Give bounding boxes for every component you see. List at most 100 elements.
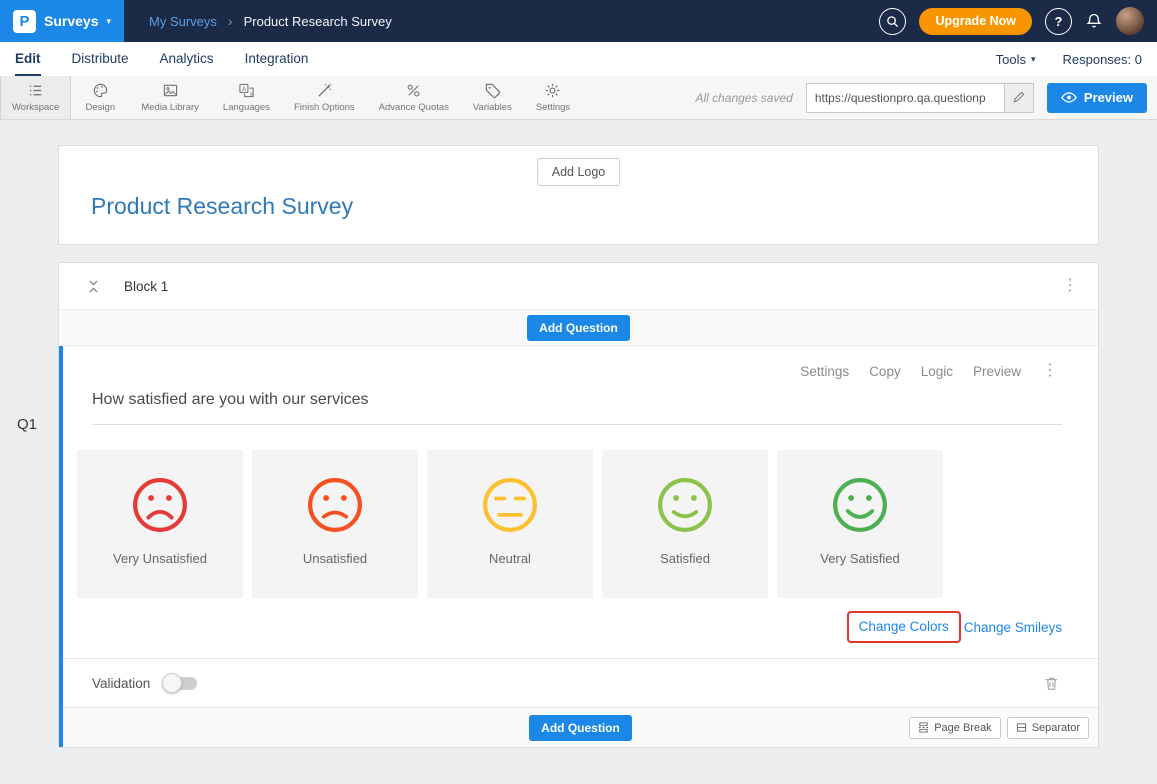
tools-menu[interactable]: Tools ▾: [996, 52, 1036, 67]
page-break-button[interactable]: Page Break: [909, 717, 1000, 739]
add-question-band-top: Add Question: [59, 310, 1098, 346]
app-label: Surveys: [44, 13, 98, 29]
question-action-settings[interactable]: Settings: [800, 364, 849, 379]
rating-option-label: Satisfied: [660, 551, 710, 566]
toolbar-item-variables[interactable]: Variables: [461, 76, 524, 119]
question-menu-icon[interactable]: ⋮: [1042, 363, 1058, 379]
preview-label: Preview: [1084, 90, 1133, 105]
toolbar-item-advance-quotas[interactable]: Advance Quotas: [367, 76, 461, 119]
pencil-icon: [1012, 91, 1025, 104]
navbar-actions: Upgrade Now ?: [879, 7, 1157, 35]
page-break-label: Page Break: [934, 722, 991, 734]
toolbar-item-workspace[interactable]: Workspace: [0, 76, 71, 119]
toolbar-item-label: Advance Quotas: [379, 102, 449, 113]
block-menu-icon[interactable]: ⋮: [1062, 278, 1078, 294]
separator-icon: [1016, 722, 1027, 733]
toolbar-item-design[interactable]: Design: [71, 76, 129, 119]
rating-option-label: Neutral: [489, 551, 531, 566]
change-colors-link[interactable]: Change Colors: [859, 619, 949, 634]
eye-icon: [1061, 92, 1077, 103]
breadcrumb-my-surveys[interactable]: My Surveys: [149, 14, 217, 29]
add-question-button-top[interactable]: Add Question: [527, 315, 630, 341]
rating-option-very-unsatisfied[interactable]: Very Unsatisfied: [77, 450, 243, 598]
toolbar-item-finish-options[interactable]: Finish Options: [282, 76, 367, 119]
toolbar-item-label: Workspace: [12, 102, 59, 113]
validation-toggle[interactable]: [164, 677, 197, 690]
section-tabs: Edit Distribute Analytics Integration: [15, 42, 308, 76]
rating-option-neutral[interactable]: Neutral: [427, 450, 593, 598]
image-icon: [162, 82, 179, 99]
question-action-logic[interactable]: Logic: [921, 364, 953, 379]
toolbar-item-label: Finish Options: [294, 102, 355, 113]
svg-text:a: a: [250, 92, 253, 98]
question-action-preview[interactable]: Preview: [973, 364, 1021, 379]
upgrade-now-button[interactable]: Upgrade Now: [919, 8, 1032, 35]
rating-option-unsatisfied[interactable]: Unsatisfied: [252, 450, 418, 598]
survey-title[interactable]: Product Research Survey: [91, 193, 353, 220]
rating-option-label: Unsatisfied: [303, 551, 367, 566]
delete-question-icon[interactable]: [1043, 675, 1060, 692]
smiley-very-happy-icon: [830, 475, 890, 535]
breadcrumb-separator-icon: ›: [228, 13, 233, 29]
rating-option-label: Very Satisfied: [820, 551, 900, 566]
smiley-rating-options: Very Unsatisfied Unsatisfied Neutral Satisf…: [77, 450, 1098, 598]
change-colors-highlight: Change Colors: [847, 611, 961, 643]
footer-right: Page Break Separator: [909, 717, 1089, 739]
preview-button[interactable]: Preview: [1047, 83, 1147, 113]
survey-url-group: [806, 83, 1034, 113]
block-name[interactable]: Block 1: [124, 279, 168, 294]
toolbar-item-media-library[interactable]: Media Library: [129, 76, 211, 119]
tab-integration[interactable]: Integration: [245, 42, 309, 76]
smiley-very-sad-icon: [130, 475, 190, 535]
question-text[interactable]: How satisfied are you with our services: [92, 391, 1062, 425]
avatar[interactable]: [1116, 7, 1144, 35]
toolbar-item-settings[interactable]: Settings: [524, 76, 582, 119]
collapse-block-icon[interactable]: [86, 279, 101, 294]
tag-icon: [484, 82, 501, 99]
gear-icon: [544, 82, 561, 99]
question-id: Q1: [17, 416, 37, 433]
breadcrumb-current: Product Research Survey: [244, 14, 392, 29]
validation-label: Validation: [92, 676, 150, 691]
section-tabbar: Edit Distribute Analytics Integration Tools…: [0, 42, 1157, 76]
toolbar-item-label: Languages: [223, 102, 270, 113]
responses-count[interactable]: Responses: 0: [1063, 52, 1143, 67]
workspace-icon: [27, 82, 44, 99]
separator-button[interactable]: Separator: [1007, 717, 1089, 739]
survey-url-input[interactable]: [806, 83, 1004, 113]
block-card: Block 1 ⋮ Add Question Q1 SettingsCopyLo…: [58, 262, 1099, 748]
toolbar-item-label: Variables: [473, 102, 512, 113]
change-smileys-link[interactable]: Change Smileys: [964, 620, 1062, 635]
help-button[interactable]: ?: [1045, 8, 1072, 35]
search-button[interactable]: [879, 8, 906, 35]
wand-icon: [316, 82, 333, 99]
toolbar-item-label: Design: [86, 102, 116, 113]
add-question-button-bottom[interactable]: Add Question: [529, 715, 632, 741]
percent-icon: [405, 82, 422, 99]
toolbar-items: Workspace Design Media Library Aa Languages F…: [0, 76, 582, 119]
question-q1: Q1 SettingsCopyLogicPreview ⋮ How satisf…: [59, 346, 1098, 747]
palette-icon: [92, 82, 109, 99]
tools-label: Tools: [996, 52, 1026, 67]
toolbar-item-label: Media Library: [141, 102, 199, 113]
page-break-icon: [918, 722, 929, 733]
add-logo-button[interactable]: Add Logo: [537, 158, 621, 186]
tab-distribute[interactable]: Distribute: [72, 42, 129, 76]
tab-edit[interactable]: Edit: [15, 42, 41, 76]
rating-option-satisfied[interactable]: Satisfied: [602, 450, 768, 598]
questionpro-logo: P: [13, 10, 36, 33]
edit-url-button[interactable]: [1004, 83, 1034, 113]
tab-analytics[interactable]: Analytics: [160, 42, 214, 76]
toggle-knob: [162, 673, 182, 693]
toolbar-item-languages[interactable]: Aa Languages: [211, 76, 282, 119]
translate-icon: Aa: [238, 82, 255, 99]
toolbar-item-label: Settings: [536, 102, 570, 113]
surveys-app-switcher[interactable]: P Surveys ▾: [0, 0, 124, 42]
separator-label: Separator: [1032, 722, 1080, 734]
question-action-copy[interactable]: Copy: [869, 364, 901, 379]
notifications-bell-icon[interactable]: [1085, 12, 1103, 30]
validation-row: Validation: [63, 658, 1098, 707]
rating-option-label: Very Unsatisfied: [113, 551, 207, 566]
rating-option-very-satisfied[interactable]: Very Satisfied: [777, 450, 943, 598]
chevron-down-icon: ▾: [1031, 54, 1036, 65]
